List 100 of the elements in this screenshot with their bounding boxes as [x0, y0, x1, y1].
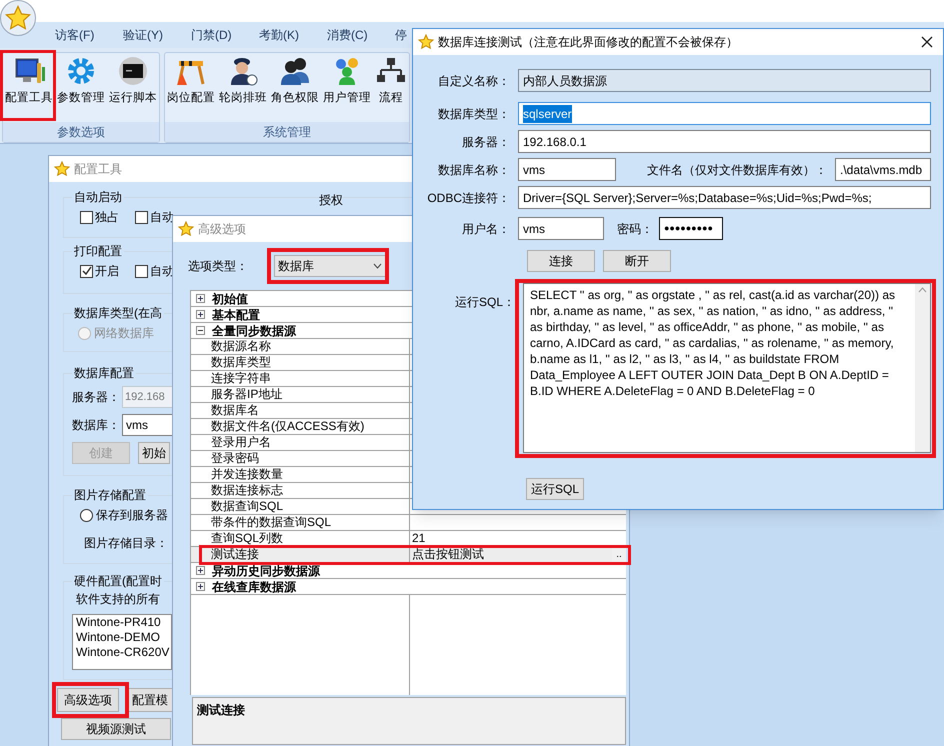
menu-item[interactable]: 停 [395, 28, 407, 42]
group-title: 自动启动 [73, 189, 123, 206]
field-label: 密码： [616, 220, 654, 238]
ribbon-button[interactable]: 运行脚本 [108, 53, 158, 108]
field-label: 自定义名称： [437, 72, 511, 90]
username-field[interactable]: vms [518, 217, 604, 240]
menu-item[interactable]: 验证(Y) [123, 28, 163, 42]
db-name-field[interactable]: vms [518, 158, 616, 181]
checkbox[interactable] [135, 264, 148, 278]
device-list[interactable]: Wintone-PR410 Wintone-DEMO Wintone-CR620V [72, 614, 172, 670]
db-type-field[interactable]: sqlserver [518, 102, 931, 125]
collapse-toggle[interactable] [196, 326, 205, 335]
star-icon [418, 34, 434, 50]
field-label: 数据库类型： [437, 106, 511, 122]
group-title: 数据库配置 [73, 365, 135, 382]
option-type-dropdown[interactable]: 数据库 [274, 255, 386, 277]
group-title: 图片存储配置 [73, 487, 147, 504]
field-label: 文件名（仅对文件数据库有效）： [646, 162, 828, 178]
chevron-up-icon [918, 287, 927, 293]
star-icon [178, 221, 194, 237]
list-item[interactable]: Wintone-CR620V [76, 645, 168, 660]
password-field[interactable]: ●●●●●●●●● [659, 217, 723, 240]
ribbon-button[interactable]: 配置工具 [4, 53, 54, 108]
checkbox[interactable] [80, 210, 93, 224]
people-icon [279, 55, 311, 87]
file-name-field[interactable]: .\data\vms.mdb [835, 158, 931, 181]
server-field[interactable]: 192.168.0.1 [518, 130, 931, 153]
group-title: 数据库类型(在高 [73, 305, 163, 322]
category-label[interactable]: 异动历史同步数据源 [212, 562, 320, 580]
button[interactable]: 视频源测试 [61, 718, 171, 740]
field-label: ODBC连接符： [426, 190, 511, 206]
field-label: 运行SQL： [454, 294, 516, 311]
radio-label: 保存到服务器 [96, 507, 168, 524]
plus-icon [197, 295, 204, 302]
menu-item[interactable]: 访客(F) [55, 28, 94, 42]
window-title: 高级选项 [198, 221, 246, 238]
button[interactable]: 高级选项 [57, 688, 119, 712]
button[interactable]: 断开 [603, 250, 671, 272]
plus-icon [197, 583, 204, 590]
field-label: 服务器： [72, 389, 118, 406]
category-label[interactable]: 在线查库数据源 [212, 578, 296, 596]
highlight-frame [0, 50, 56, 121]
field-label: 数据库： [72, 417, 118, 434]
sql-textarea[interactable]: SELECT '' as org, '' as orgstate , '' as rel, cast(a.id as varchar(20)) as nbr, a.name as name, '' as sex, '' as nation, '' as idno, '' as address, '' as birthday, '' as level, '' as officeAddr, '' as phone, '' as mobile, '' as carno, A.IDCard as card, '' as cardalias, '' as rolename, '' as memory, b.name as l1, '' as l2, '' as l3, '' as l4, '' as buildstate FROM Data_Employee A LEFT OUTER JOIN Data_Dept B ON A.DeptID = B.ID WHERE A.DeleteFlag = 0 AND B.DeleteFlag = 0 [523, 283, 931, 453]
description-title: 测试连接 [197, 703, 245, 717]
chevron-down-icon [373, 263, 382, 269]
expand-toggle[interactable] [196, 582, 205, 591]
menu-item[interactable]: 门禁(D) [191, 28, 232, 42]
star-icon [54, 161, 70, 177]
field-label: 用户名： [461, 220, 511, 238]
window-title: 数据库连接测试（注意在此界面修改的配置不会被保存） [438, 34, 739, 51]
category-label[interactable]: 初始值 [212, 290, 248, 308]
terminal-icon [117, 55, 149, 87]
plus-icon [197, 567, 204, 574]
ribbon-button[interactable]: 用户管理 [322, 53, 372, 108]
ribbon-button[interactable]: 流程 [374, 53, 408, 108]
checkbox-label: 开启 [95, 263, 119, 280]
plus-icon [197, 311, 204, 318]
property-name[interactable]: 测试连接 [191, 547, 409, 562]
star-icon [4, 4, 32, 32]
group-label: 系统管理 [165, 122, 409, 142]
list-item[interactable]: Wintone-DEMO [76, 630, 168, 645]
database-field[interactable]: vms [122, 414, 174, 436]
checkbox[interactable] [135, 210, 148, 224]
category-label[interactable]: 基本配置 [212, 306, 260, 324]
category-label[interactable]: 全量同步数据源 [212, 322, 296, 340]
ribbon-button[interactable]: 角色权限 [270, 53, 320, 108]
expand-toggle[interactable] [196, 566, 205, 575]
list-item[interactable]: Wintone-PR410 [76, 615, 168, 630]
menu-item[interactable]: 考勤(K) [259, 28, 299, 42]
close-icon [921, 36, 933, 48]
ribbon-button[interactable]: 岗位配置 [166, 53, 216, 108]
ribbon-button[interactable]: 参数管理 [56, 53, 106, 108]
field-label: 选项类型： [188, 258, 249, 275]
name-field[interactable]: 内部人员数据源 [518, 69, 931, 92]
expand-toggle[interactable] [196, 310, 205, 319]
radio-label: 网络数据库 [94, 325, 154, 342]
field-label: 数据库名称： [437, 162, 511, 178]
minus-icon [197, 327, 204, 334]
field-label: 图片存储目录： [84, 536, 168, 550]
group-title: 硬件配置(配置时 [73, 573, 163, 590]
property-value: 点击按钮测试 [412, 547, 484, 562]
run-sql-button[interactable]: 运行SQL [526, 478, 584, 500]
radio-button[interactable] [80, 508, 93, 522]
group-label: 参数选项 [3, 122, 159, 142]
checkbox[interactable] [80, 264, 93, 278]
check-icon [82, 266, 92, 276]
property-value: 21 [412, 531, 426, 546]
menu-item[interactable]: 消费(C) [327, 28, 368, 42]
expand-toggle[interactable] [196, 294, 205, 303]
caption: 软件支持的所有 [76, 592, 160, 606]
section-label: 授权 [319, 192, 343, 209]
odbc-field[interactable]: Driver={SQL Server};Server=%s;Database=%s;Uid=%s;Pwd=%s; [518, 186, 931, 209]
field-label: 服务器： [461, 134, 511, 150]
ribbon-button[interactable]: 轮岗排班 [218, 53, 268, 108]
checkbox-label: 独占 [95, 209, 119, 226]
button[interactable]: 初始 [138, 442, 170, 464]
button[interactable]: 连接 [527, 250, 595, 272]
gear-icon [65, 55, 97, 87]
window-title: 配置工具 [74, 161, 122, 178]
